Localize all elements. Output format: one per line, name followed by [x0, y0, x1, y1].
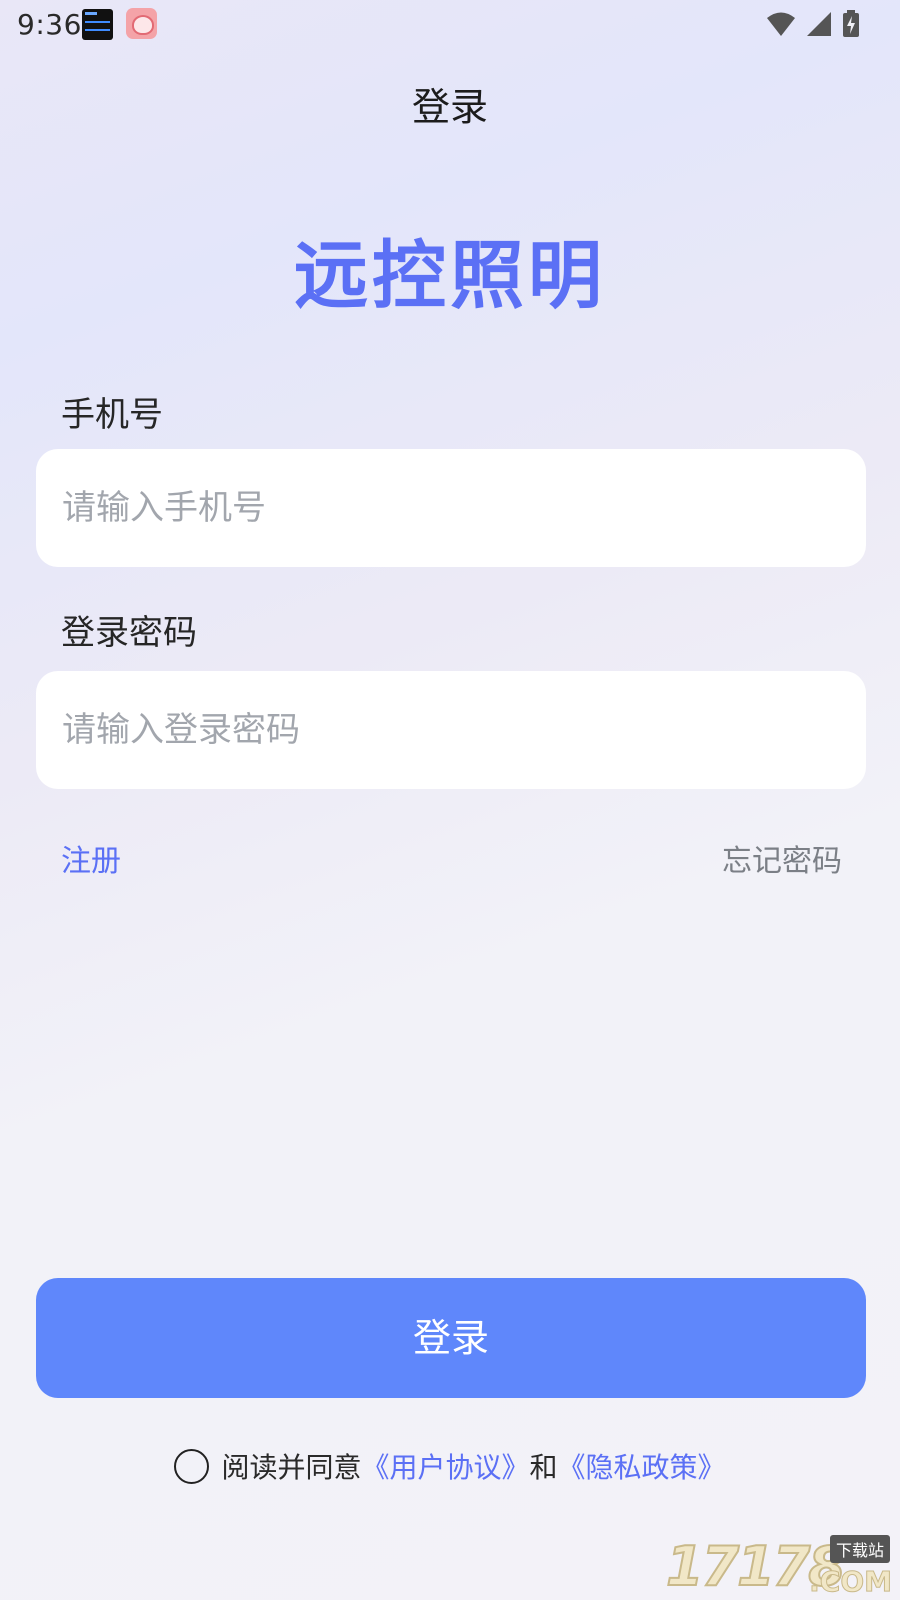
- password-input-container: [36, 671, 866, 789]
- status-time: 9:36: [17, 8, 82, 41]
- status-bar: 9:36: [0, 0, 900, 48]
- page-title: 登录: [411, 85, 488, 129]
- password-label: 登录密码: [61, 613, 197, 653]
- phone-label: 手机号: [61, 395, 163, 435]
- agreement-checkbox[interactable]: [174, 1448, 210, 1484]
- app-name-heading: 远控照明: [294, 233, 606, 319]
- app-notification-icon: [126, 8, 157, 39]
- agreement-and: 和: [529, 1451, 558, 1484]
- watermark-suffix: .COM: [809, 1565, 893, 1599]
- privacy-policy-link[interactable]: 《隐私政策》: [558, 1446, 726, 1486]
- register-link[interactable]: 注册: [61, 836, 121, 880]
- password-input[interactable]: [36, 671, 866, 789]
- battery-charging-icon: [843, 10, 859, 37]
- agreement-prefix: 阅读并同意: [221, 1451, 362, 1484]
- agreement-row: 阅读并同意 《用户协议》 和 《隐私政策》: [0, 1444, 900, 1488]
- watermark-tag: 下载站: [829, 1535, 890, 1563]
- signal-icon: [807, 12, 831, 36]
- phone-input[interactable]: [36, 449, 866, 567]
- watermark-logo: 17178 下载站 .COM: [665, 1534, 894, 1599]
- login-button[interactable]: 登录: [36, 1278, 866, 1398]
- forgot-password-link[interactable]: 忘记密码: [722, 836, 842, 880]
- user-agreement-link[interactable]: 《用户协议》: [361, 1446, 529, 1486]
- wifi-icon: [767, 12, 795, 36]
- phone-input-container: [36, 449, 866, 567]
- system-icons: [766, 9, 860, 39]
- clock-widget-icon: [82, 9, 113, 40]
